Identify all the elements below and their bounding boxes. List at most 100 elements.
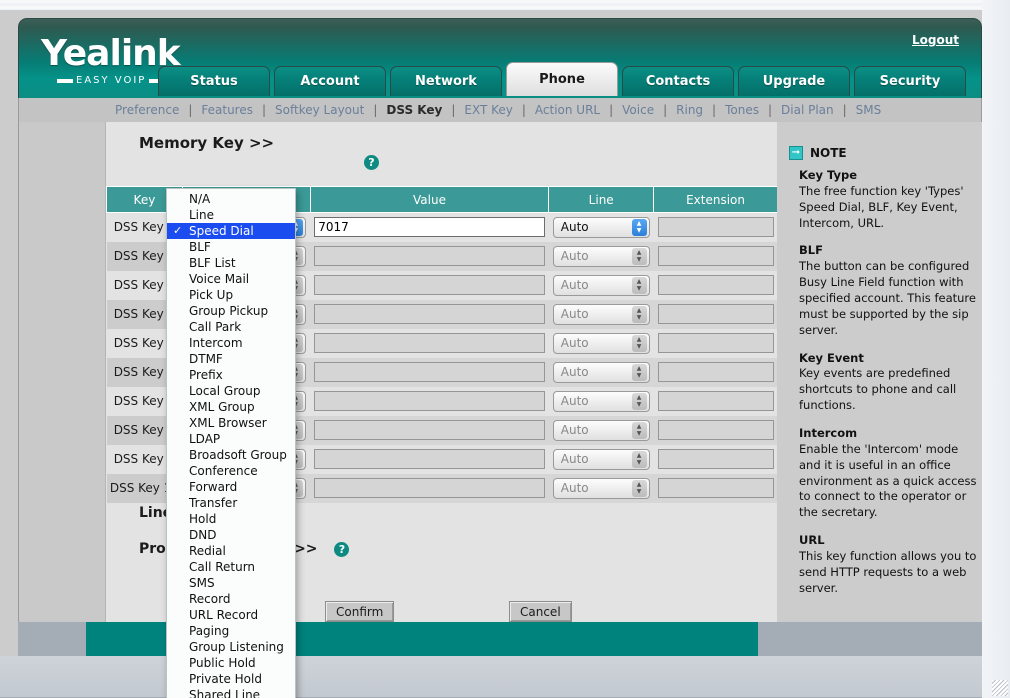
dropdown-option-dnd[interactable]: DND [167,527,295,543]
chevron-updown-icon[interactable]: ▲▼ [631,450,647,468]
dropdown-option-call-return[interactable]: Call Return [167,559,295,575]
dropdown-option-shared-line[interactable]: Shared Line [167,687,295,698]
note-heading: BLF [799,243,823,258]
window-resize-grip[interactable] [992,680,1008,696]
extension-input[interactable] [657,478,774,498]
line-select[interactable]: Auto ▲ ▼ [552,274,650,296]
programmable-key-help-icon[interactable]: ? [334,541,350,557]
line-select[interactable]: Auto ▲ ▼ [552,332,650,354]
extension-input[interactable] [657,362,774,382]
chevron-updown-icon[interactable]: ▲▼ [631,276,647,294]
extension-input[interactable] [657,246,774,266]
subnav-item-features[interactable]: Features [201,103,253,117]
value-input[interactable] [314,333,545,353]
subnav-item-dss-key[interactable]: DSS Key [386,103,442,117]
tab-phone[interactable]: Phone [506,62,618,96]
dropdown-option-hold[interactable]: Hold [167,511,295,527]
subnav-item-softkey-layout[interactable]: Softkey Layout [275,103,364,117]
chevron-updown-icon[interactable]: ▲▼ [631,421,647,439]
tab-network[interactable]: Network [390,66,502,96]
chevron-updown-icon[interactable]: ▲▼ [631,305,647,323]
dropdown-option-intercom[interactable]: Intercom [167,335,295,351]
dropdown-option-redial[interactable]: Redial [167,543,295,559]
dropdown-option-prefix[interactable]: Prefix [167,367,295,383]
extension-input[interactable] [657,449,774,469]
chevron-updown-icon[interactable]: ▲▼ [631,363,647,381]
line-select[interactable]: Auto ▲ ▼ [552,303,650,325]
extension-input[interactable] [657,275,774,295]
confirm-button[interactable]: Confirm [325,601,395,622]
tab-upgrade[interactable]: Upgrade [738,66,850,96]
extension-input[interactable] [657,420,774,440]
dropdown-option-line[interactable]: Line [167,207,295,223]
subnav-item-ext-key[interactable]: EXT Key [464,103,513,117]
key-type-dropdown[interactable]: N/ALineSpeed DialBLFBLF ListVoice MailPi… [166,188,296,698]
dropdown-option-xml-browser[interactable]: XML Browser [167,415,295,431]
value-input[interactable] [314,275,545,295]
dropdown-option-forward[interactable]: Forward [167,479,295,495]
dropdown-option-private-hold[interactable]: Private Hold [167,671,295,687]
subnav-item-preference[interactable]: Preference [115,103,179,117]
chevron-updown-icon[interactable]: ▲▼ [631,247,647,265]
line-select[interactable]: Auto ▲ ▼ [552,419,650,441]
dropdown-option-group-listening[interactable]: Group Listening [167,639,295,655]
cancel-button[interactable]: Cancel [509,601,572,622]
subnav-item-tones[interactable]: Tones [725,103,759,117]
dropdown-option-voice-mail[interactable]: Voice Mail [167,271,295,287]
line-select[interactable]: Auto ▲ ▼ [552,216,650,238]
dropdown-option-speed-dial[interactable]: Speed Dial [167,223,295,239]
tab-status[interactable]: Status [158,66,270,96]
subnav-item-dial-plan[interactable]: Dial Plan [781,103,834,117]
extension-input[interactable] [657,304,774,324]
line-select[interactable]: Auto ▲ ▼ [552,390,650,412]
chevron-updown-icon[interactable]: ▲▼ [631,218,647,236]
extension-cell [653,328,778,358]
extension-input[interactable] [657,333,774,353]
extension-input[interactable] [657,217,774,238]
line-select[interactable]: Auto ▲ ▼ [552,477,650,499]
dropdown-option-conference[interactable]: Conference [167,463,295,479]
value-input[interactable] [314,478,545,498]
chevron-updown-icon[interactable]: ▲▼ [631,334,647,352]
value-input[interactable] [314,217,545,238]
subnav-item-sms[interactable]: SMS [856,103,882,117]
tab-account[interactable]: Account [274,66,386,96]
line-select[interactable]: Auto ▲ ▼ [552,448,650,470]
dropdown-option-call-park[interactable]: Call Park [167,319,295,335]
value-input[interactable] [314,449,545,469]
dropdown-option-paging[interactable]: Paging [167,623,295,639]
chevron-updown-icon[interactable]: ▲▼ [631,479,647,497]
dropdown-option-blf-list[interactable]: BLF List [167,255,295,271]
line-select[interactable]: Auto ▲ ▼ [552,361,650,383]
tab-contacts[interactable]: Contacts [622,66,734,96]
dropdown-option-dtmf[interactable]: DTMF [167,351,295,367]
dropdown-option-broadsoft-group[interactable]: Broadsoft Group [167,447,295,463]
memory-key-help-icon[interactable]: ? [364,155,379,170]
tab-security[interactable]: Security [854,66,966,96]
dropdown-option-ldap[interactable]: LDAP [167,431,295,447]
dropdown-option-record[interactable]: Record [167,591,295,607]
value-input[interactable] [314,391,545,411]
dropdown-option-xml-group[interactable]: XML Group [167,399,295,415]
subnav-item-voice[interactable]: Voice [622,103,654,117]
dropdown-option-blf[interactable]: BLF [167,239,295,255]
dropdown-option-group-pickup[interactable]: Group Pickup [167,303,295,319]
dropdown-option-n-a[interactable]: N/A [167,191,295,207]
dropdown-option-local-group[interactable]: Local Group [167,383,295,399]
dropdown-option-pick-up[interactable]: Pick Up [167,287,295,303]
dropdown-option-url-record[interactable]: URL Record [167,607,295,623]
line-select[interactable]: Auto ▲ ▼ [552,245,650,267]
dropdown-option-public-hold[interactable]: Public Hold [167,655,295,671]
value-cell [310,357,549,387]
subnav-item-action-url[interactable]: Action URL [535,103,600,117]
value-input[interactable] [314,304,545,324]
value-input[interactable] [314,362,545,382]
subnav-item-ring[interactable]: Ring [676,103,703,117]
extension-input[interactable] [657,391,774,411]
dropdown-option-transfer[interactable]: Transfer [167,495,295,511]
logout-link[interactable]: Logout [912,33,959,47]
value-input[interactable] [314,420,545,440]
chevron-updown-icon[interactable]: ▲▼ [631,392,647,410]
value-input[interactable] [314,246,545,266]
dropdown-option-sms[interactable]: SMS [167,575,295,591]
